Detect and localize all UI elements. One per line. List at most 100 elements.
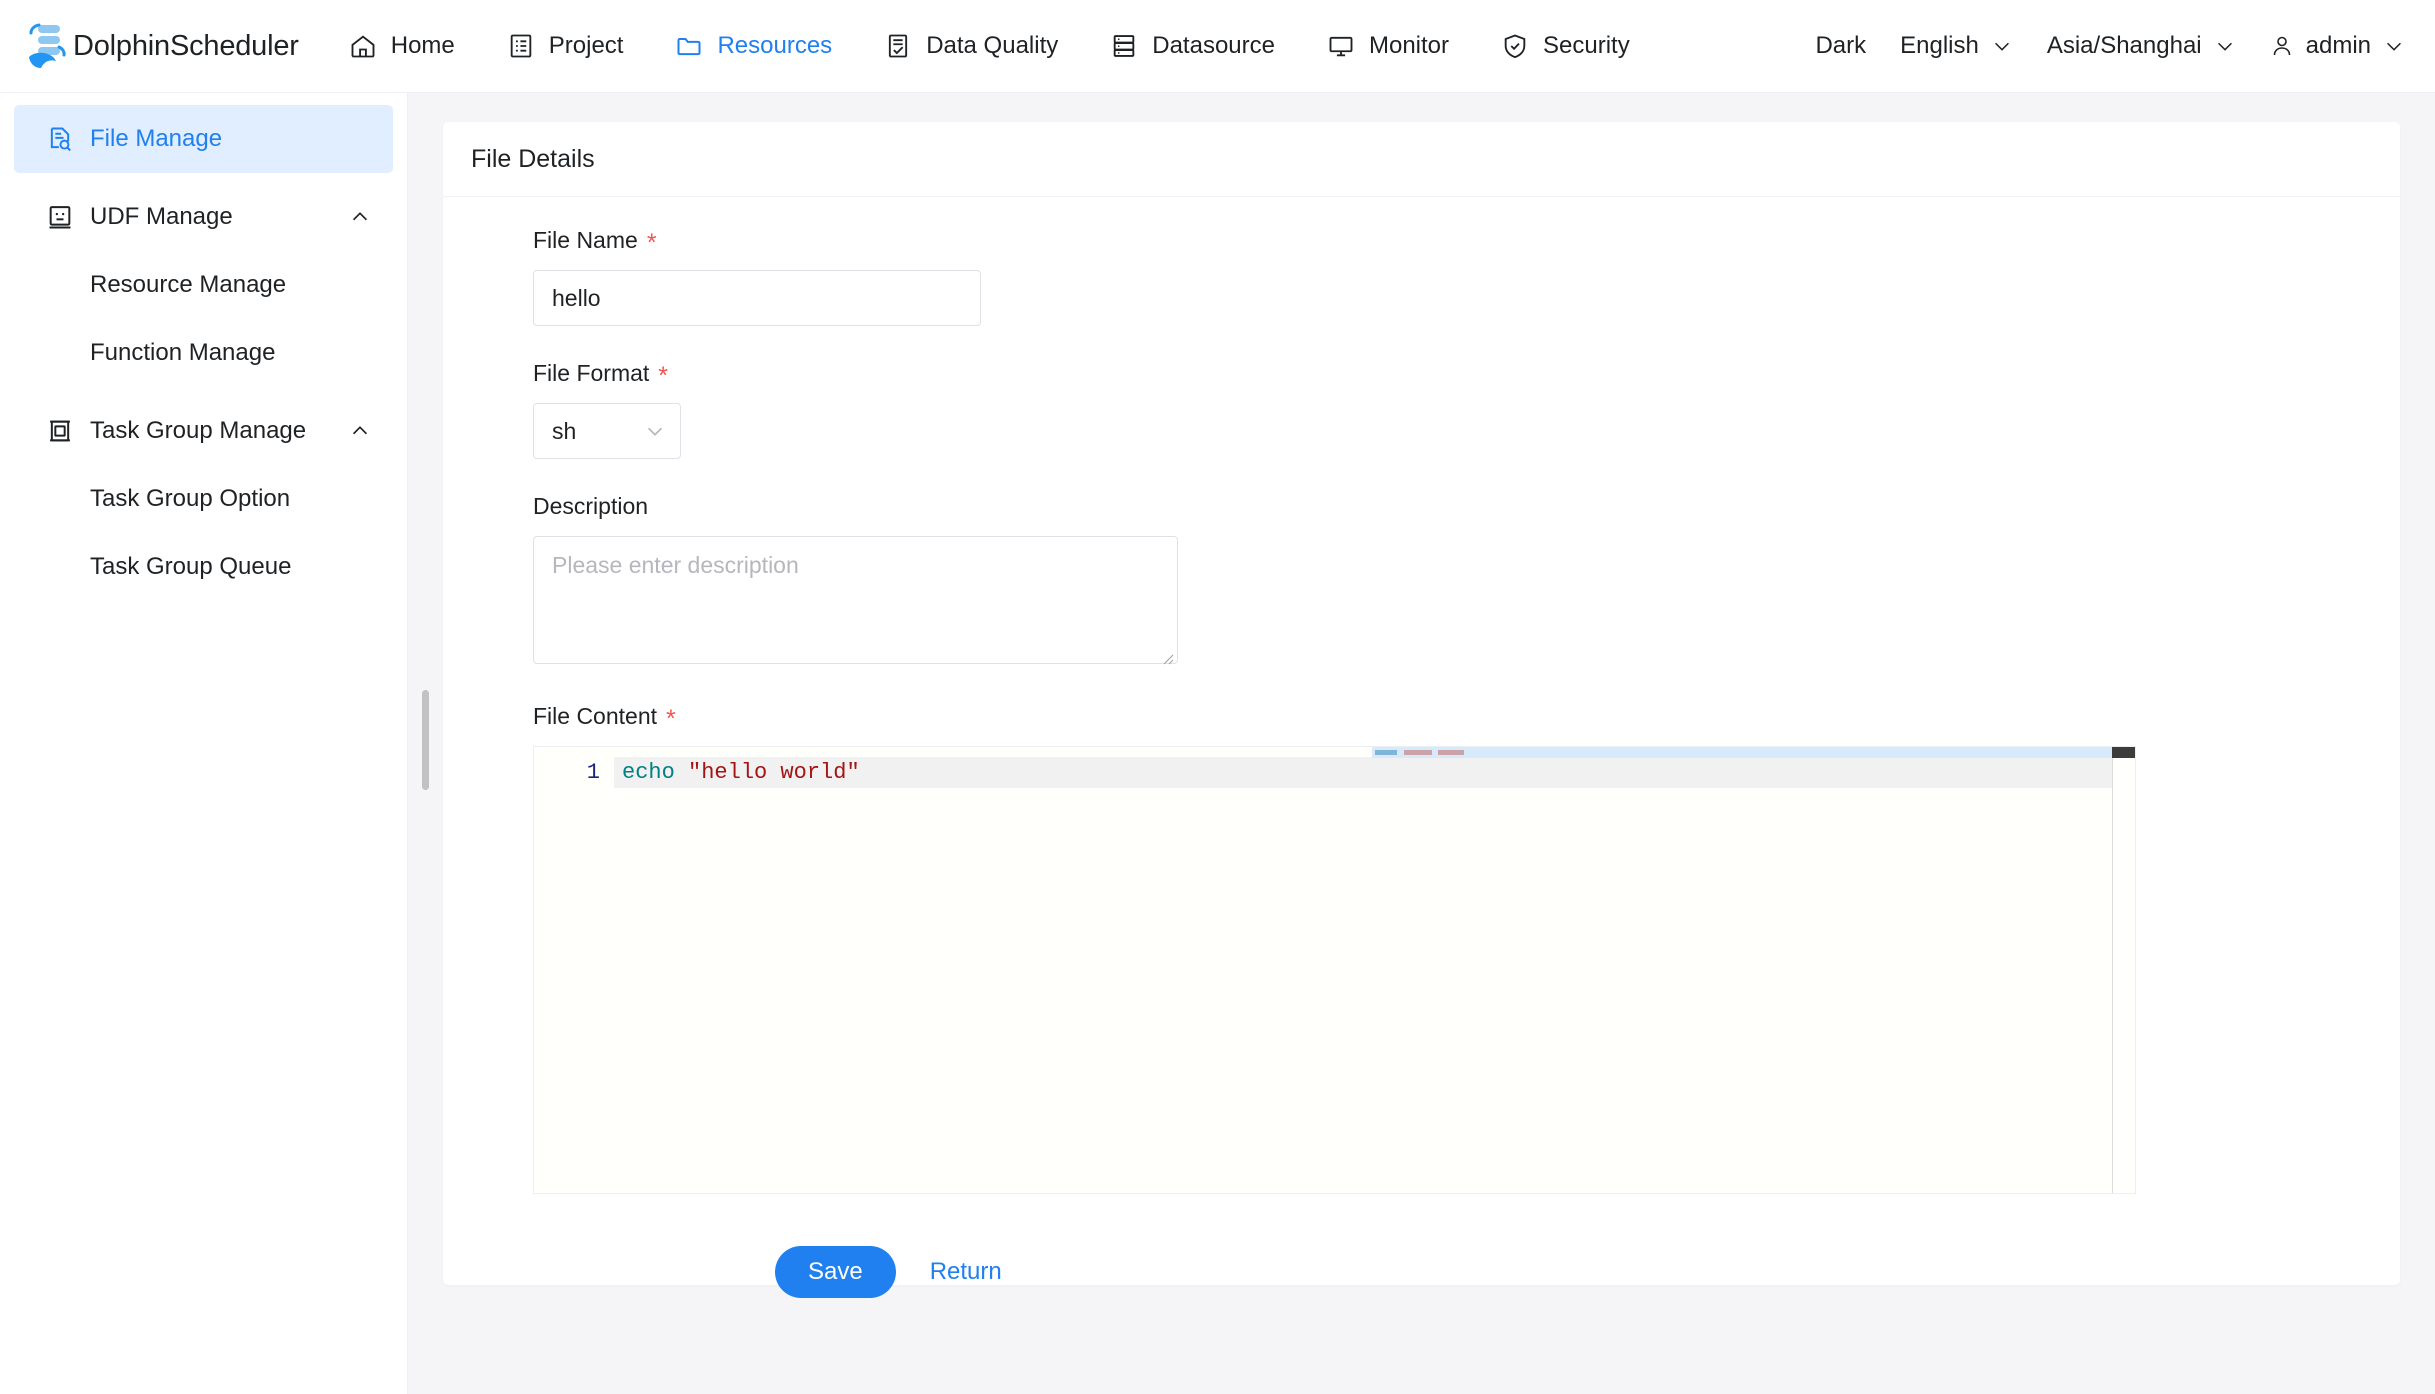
field-description: Description <box>533 493 2400 669</box>
description-label: Description <box>533 493 649 519</box>
sidebar-item-udf-manage-label: UDF Manage <box>90 203 233 230</box>
editor-code-area[interactable]: echo "hello world" <box>614 747 2135 1193</box>
file-format-label: File Format <box>533 360 650 386</box>
sidebar-scrollbar-thumb[interactable] <box>422 690 429 790</box>
return-button[interactable]: Return <box>924 1257 1008 1287</box>
save-button[interactable]: Save <box>775 1246 896 1298</box>
file-content-label-row: File Content * <box>533 703 2400 733</box>
nav-item-home[interactable]: Home <box>323 0 481 93</box>
file-content-label: File Content <box>533 703 658 729</box>
theme-toggle-label: Dark <box>1815 32 1867 59</box>
sidebar-item-task-group-option[interactable]: Task Group Option <box>14 465 393 533</box>
code-token-string: "hello world" <box>688 760 860 785</box>
home-icon <box>351 35 375 58</box>
sidebar-item-file-manage[interactable]: File Manage <box>14 105 393 173</box>
dolphin-logo <box>29 23 66 68</box>
sidebar-item-udf-manage[interactable]: UDF Manage <box>14 183 393 251</box>
code-editor[interactable]: 1 echo "hello world" <box>533 746 2136 1194</box>
chevron-down-icon <box>2387 42 2401 51</box>
file-search-icon <box>50 127 71 152</box>
sidebar-item-task-group-queue-label: Task Group Queue <box>90 553 292 580</box>
shield-check-icon <box>1504 34 1526 59</box>
sidebar-item-task-group-manage[interactable]: Task Group Manage <box>14 397 393 465</box>
required-asterisk: * <box>646 229 657 257</box>
sidebar-item-task-group-option-label: Task Group Option <box>90 485 291 512</box>
minimap-keyword-block <box>1375 750 1397 755</box>
nav-items: Home Project Resources Data Quality Data… <box>323 0 1656 93</box>
language-selector[interactable]: English <box>1900 32 2013 60</box>
database-icon <box>1113 35 1135 57</box>
required-asterisk: * <box>658 362 669 390</box>
page-title: File Details <box>471 144 595 173</box>
file-format-value: sh <box>552 417 577 444</box>
user-icon <box>2273 36 2290 56</box>
nav-item-resources[interactable]: Resources <box>649 0 858 93</box>
line-number: 1 <box>586 760 600 785</box>
nav-item-resources-label: Resources <box>717 32 833 59</box>
code-token-keyword: echo <box>622 760 675 785</box>
file-format-label-row: File Format * <box>533 360 2400 390</box>
card-header: File Details <box>443 122 2400 197</box>
required-asterisk: * <box>666 705 676 733</box>
sidebar-item-resource-manage[interactable]: Resource Manage <box>14 251 393 319</box>
nav-item-security-label: Security <box>1543 32 1630 59</box>
sidebar-item-resource-manage-label: Resource Manage <box>90 271 287 298</box>
chevron-down-icon <box>2217 42 2232 51</box>
timezone-selector[interactable]: Asia/Shanghai <box>2047 32 2236 60</box>
description-wrapper <box>533 536 1178 669</box>
editor-minimap-line <box>1372 747 2112 758</box>
theme-toggle[interactable]: Dark <box>1815 32 1866 60</box>
nav-item-project-label: Project <box>548 32 624 59</box>
minimap-string-block-1 <box>1404 750 1432 755</box>
sidebar-item-file-manage-label: File Manage <box>90 125 223 152</box>
sidebar-item-task-group-queue[interactable]: Task Group Queue <box>14 533 393 601</box>
nav-item-data-quality[interactable]: Data Quality <box>858 0 1084 93</box>
sidebar-item-function-manage-label: Function Manage <box>90 339 276 366</box>
nav-item-datasource[interactable]: Datasource <box>1084 0 1301 93</box>
editor-gutter: 1 <box>534 747 614 1193</box>
editor-minimap[interactable] <box>2112 747 2135 1193</box>
chevron-down-icon <box>647 427 663 436</box>
nav-item-monitor[interactable]: Monitor <box>1301 0 1475 93</box>
data-quality-icon <box>889 34 908 58</box>
nav-item-security[interactable]: Security <box>1475 0 1656 93</box>
file-format-select[interactable]: sh <box>533 403 681 459</box>
main-content: File Details File Name * File Format * s… <box>408 93 2435 1394</box>
file-details-form: File Name * File Format * sh <box>443 197 2400 1298</box>
chevron-up-icon[interactable] <box>349 420 371 442</box>
description-label-row: Description <box>533 493 2400 520</box>
file-name-input[interactable] <box>533 270 981 326</box>
project-icon <box>510 34 532 58</box>
chevron-down-icon <box>1994 42 2009 51</box>
nav-item-datasource-label: Datasource <box>1152 32 1275 59</box>
form-actions: Save Return <box>533 1246 2400 1298</box>
udf-icon <box>49 206 71 229</box>
chevron-up-icon[interactable] <box>349 206 371 228</box>
editor-scrollbar-thumb[interactable] <box>2112 747 2135 758</box>
code-line-1: echo "hello world" <box>614 757 2135 788</box>
nav-item-project[interactable]: Project <box>481 0 650 93</box>
timezone-label: Asia/Shanghai <box>2046 32 2202 59</box>
sidebar: File Manage UDF Manage Resource Manage F… <box>0 93 408 1394</box>
user-menu-label: admin <box>2305 32 2371 59</box>
folder-icon <box>677 38 701 56</box>
task-group-icon <box>50 420 70 442</box>
language-label: English <box>1900 32 1979 59</box>
file-details-card: File Details File Name * File Format * s… <box>443 122 2400 1298</box>
minimap-string-block-2 <box>1438 750 1464 755</box>
field-file-format: File Format * sh <box>533 360 2400 459</box>
monitor-icon <box>1329 36 1353 57</box>
user-menu[interactable]: admin <box>2270 32 2405 60</box>
nav-item-monitor-label: Monitor <box>1368 32 1450 59</box>
field-file-name: File Name * <box>533 227 2400 326</box>
file-name-label-row: File Name * <box>533 227 2400 257</box>
sidebar-item-function-manage[interactable]: Function Manage <box>14 319 393 387</box>
field-file-content: File Content * 1 echo "hello world" <box>533 703 2400 1194</box>
nav-item-data-quality-label: Data Quality <box>926 32 1059 59</box>
description-textarea[interactable] <box>533 536 1178 664</box>
brand-name: DolphinScheduler <box>73 29 299 62</box>
brand[interactable]: DolphinScheduler <box>22 0 299 93</box>
